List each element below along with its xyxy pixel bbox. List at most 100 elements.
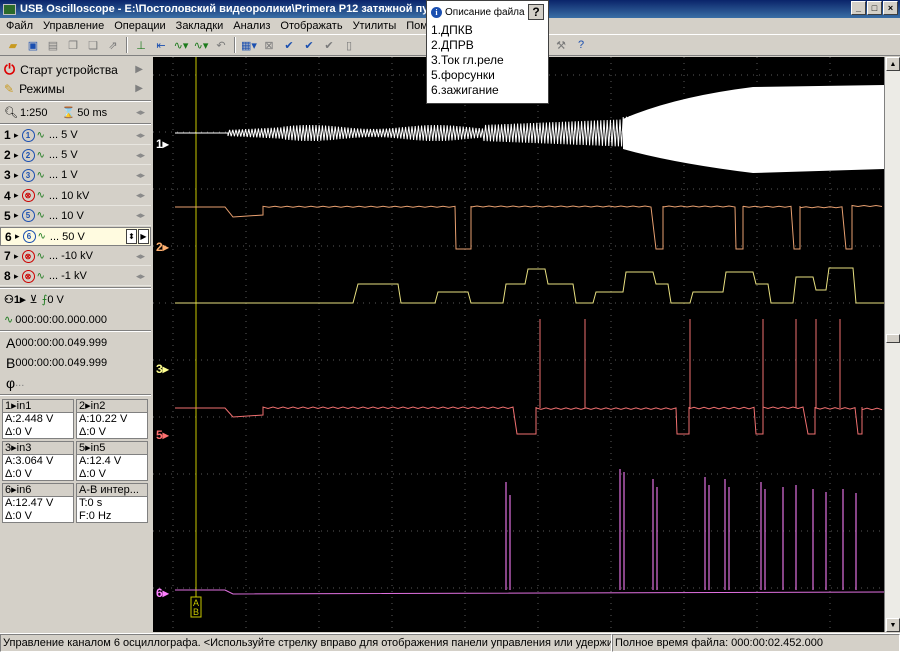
channel-row-5[interactable]: 5 ▸ 5 ∿... 10 V ◂▸ xyxy=(0,207,151,226)
menu-bookmarks[interactable]: Закладки xyxy=(176,20,224,32)
channel-marker-5: 5▸ xyxy=(156,428,170,442)
channel-arrow-icon: ▸ xyxy=(14,149,19,160)
measurement-delta: Δ:0 V xyxy=(79,468,106,480)
channel-row-7[interactable]: 7 ▸ ⊗ ∿... -10 kV ◂▸ xyxy=(0,247,151,267)
toolbar-tools-icon[interactable]: ⚒ xyxy=(552,37,570,54)
channel-coupling-icon[interactable]: ∿ xyxy=(37,170,45,181)
channel-toggle-icon[interactable]: 2 xyxy=(21,148,35,162)
channel-toggle-icon[interactable]: ⊗ xyxy=(21,269,35,283)
check-icon[interactable]: ✔ xyxy=(280,37,298,54)
measurement-box[interactable]: 3▸in3 A:3.064 V Δ:0 V xyxy=(2,441,74,481)
help-button[interactable]: ? xyxy=(528,4,544,20)
scroll-thumb[interactable] xyxy=(886,334,900,343)
mini-arrows-icon: ◂▸ xyxy=(135,210,145,221)
start-device-button[interactable]: ⏻ Старт устройства ▶ xyxy=(0,60,151,79)
channel-row-8[interactable]: 8 ▸ ⊗ ∿... -1 kV ◂▸ xyxy=(0,267,151,287)
channel-row-4[interactable]: 4 ▸ ⊗ ∿... 10 kV ◂▸ xyxy=(0,187,151,206)
timebase-row[interactable]: 🔍︎ 1:250 ⌛ 50 ms ◂▸ xyxy=(0,103,151,122)
paste-icon[interactable]: ❏ xyxy=(84,37,102,54)
menu-utilities[interactable]: Утилиты xyxy=(353,20,397,32)
time-offset-row[interactable]: ∿ 000:00:00.000.000 xyxy=(0,310,151,329)
measurement-name: A-B интер... xyxy=(77,484,147,497)
channel-toggle-icon[interactable]: 6 xyxy=(22,230,36,243)
cursor-a-row[interactable]: A 000:00:00.049.999 xyxy=(0,333,151,352)
print-icon[interactable]: ▤ xyxy=(44,37,62,54)
channel-coupling-icon[interactable]: ∿ xyxy=(37,210,45,221)
channel-row-2[interactable]: 2 ▸ 2 ∿... 5 V ◂▸ xyxy=(0,146,151,166)
menu-display[interactable]: Отображать xyxy=(280,20,342,32)
modes-button[interactable]: ✎ Режимы ▶ xyxy=(0,79,151,98)
channel-scale: ... 10 kV xyxy=(48,189,90,202)
channel-number: 4 xyxy=(4,188,11,203)
description-line: 5.форсунки xyxy=(431,68,495,82)
undo-icon[interactable]: ↶ xyxy=(212,37,230,54)
help-icon[interactable]: ? xyxy=(572,37,590,54)
trigger-icon[interactable]: ⊥ xyxy=(132,37,150,54)
channel-5-spikes xyxy=(539,319,841,408)
open-folder-icon[interactable]: ▰ xyxy=(4,37,22,54)
tooltip-title: Описание файла xyxy=(445,6,525,18)
menu-file[interactable]: Файл xyxy=(6,20,33,32)
menu-operations[interactable]: Операции xyxy=(114,20,165,32)
zoom-icon[interactable]: ▦▾ xyxy=(240,37,258,54)
trigger-source-icon: ⚇1▸ xyxy=(4,294,26,306)
scroll-down-icon[interactable]: ▼ xyxy=(886,618,900,632)
close-icon[interactable]: × xyxy=(883,1,898,15)
wave-mode-icon[interactable]: ∿▾ xyxy=(172,37,190,54)
measurement-box[interactable]: 5▸in5 A:12.4 V Δ:0 V xyxy=(76,441,148,481)
page-icon[interactable]: ▯ xyxy=(340,37,358,54)
cursor-b-row[interactable]: B 000:00:00.049.999 xyxy=(0,353,151,372)
vertical-scrollbar[interactable]: ▲ ▼ xyxy=(884,57,900,632)
check-off-icon[interactable]: ✔ xyxy=(320,37,338,54)
channel-coupling-icon[interactable]: ∿ xyxy=(37,251,45,262)
waveform-canvas[interactable]: 1▸2▸3▸5▸6▸AB xyxy=(153,57,884,632)
cursor-a-label: A xyxy=(6,334,16,351)
wave-filter-icon[interactable]: ∿▾ xyxy=(192,37,210,54)
channel-move-icon[interactable]: ⇤ xyxy=(152,37,170,54)
measurement-box[interactable]: 6▸in6 A:12.47 V Δ:0 V xyxy=(2,483,74,523)
maximize-icon[interactable]: □ xyxy=(867,1,882,15)
export-icon[interactable]: ⇗ xyxy=(104,37,122,54)
menu-control[interactable]: Управление xyxy=(43,20,104,32)
minimize-icon[interactable]: _ xyxy=(851,1,866,15)
phase-row[interactable]: φ ... xyxy=(0,373,151,392)
measurement-delta: Δ:0 V xyxy=(79,426,106,438)
channel-coupling-icon[interactable]: ∿ xyxy=(37,271,45,282)
copy-icon[interactable]: ❐ xyxy=(64,37,82,54)
save-icon[interactable]: ▣ xyxy=(24,37,42,54)
channel-toggle-icon[interactable]: ⊗ xyxy=(21,189,35,203)
measurement-box[interactable]: 2▸in2 A:10.22 V Δ:0 V xyxy=(76,399,148,439)
channel-toggle-icon[interactable]: 1 xyxy=(21,128,35,142)
measurement-box[interactable]: 1▸in1 A:2.448 V Δ:0 V xyxy=(2,399,74,439)
channel-toggle-icon[interactable]: 5 xyxy=(21,209,35,223)
channel-scale: ... 5 V xyxy=(48,129,78,141)
channel-arrow-icon: ▸ xyxy=(15,231,20,241)
mini-arrows-icon: ◂▸ xyxy=(135,169,145,180)
channel-coupling-icon[interactable]: ∿ xyxy=(37,190,45,201)
mini-arrows-icon: ◂▸ xyxy=(135,129,145,140)
trigger-row[interactable]: ⚇1▸ ⊻ ⨍ 0 V xyxy=(0,290,151,309)
trigger-level: 0 V xyxy=(47,293,64,306)
description-line: 2.ДПРВ xyxy=(431,38,474,52)
channel-toggle-icon[interactable]: 3 xyxy=(21,168,35,182)
channel-coupling-icon[interactable]: ∿ xyxy=(38,231,46,242)
channel-row-3[interactable]: 3 ▸ 3 ∿... 1 V ◂▸ xyxy=(0,166,151,186)
oscilloscope-display[interactable]: 1▸ 2▸ 3▸ 5▸ 6▸ A B xyxy=(153,57,884,632)
menu-analysis[interactable]: Анализ xyxy=(233,20,270,32)
channel-row-6[interactable]: 6 ▸ 6 ∿... 50 V ⬍ ▶ xyxy=(0,227,151,246)
channel-toggle-icon[interactable]: ⊗ xyxy=(21,249,35,263)
timebase-icon: ⌛ xyxy=(61,107,76,119)
channel-coupling-icon[interactable]: ∿ xyxy=(37,150,45,161)
channel-6-spikes xyxy=(505,469,857,590)
channel-scale: ... -1 kV xyxy=(48,270,87,283)
channel-coupling-icon[interactable]: ∿ xyxy=(37,130,45,141)
channel-adjust-icon[interactable]: ⬍ xyxy=(126,229,137,244)
check-all-icon[interactable]: ✔ xyxy=(300,37,318,54)
zoom-reset-icon[interactable]: ⊠ xyxy=(260,37,278,54)
channel-expand-icon[interactable]: ▶ xyxy=(138,229,149,244)
channel-row-1[interactable]: 1 ▸ 1 ∿... 5 V ◂▸ xyxy=(0,126,151,145)
channel-arrow-icon: ▸ xyxy=(14,169,19,180)
scroll-up-icon[interactable]: ▲ xyxy=(886,57,900,71)
measurement-box[interactable]: A-B интер... T:0 s F:0 Hz xyxy=(76,483,148,523)
status-bar: Управление каналом 6 осциллографа. <Испо… xyxy=(0,633,900,652)
